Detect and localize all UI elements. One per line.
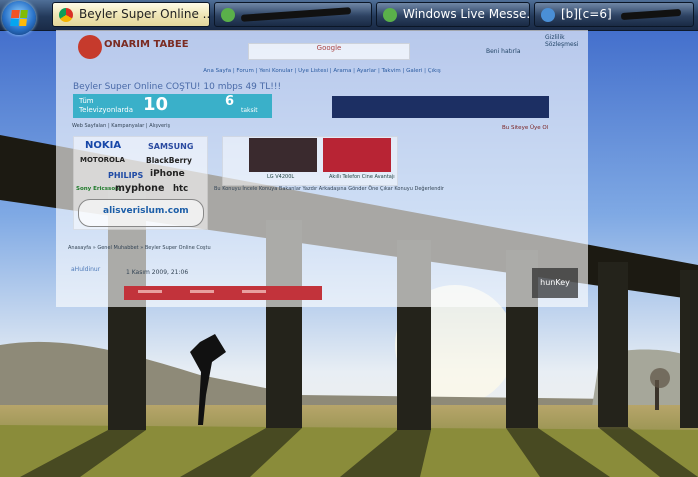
thread-tools-text: Bu Konuyu İncele Konuya Bakanlar Yazdır … <box>214 186 444 192</box>
privacy-link[interactable]: Gizlilik Sözleşmesi <box>545 34 588 48</box>
site-header: ONARIM TABEE Google Gizlilik Sözleşmesi … <box>56 30 588 64</box>
taskbar-item-chat-window[interactable]: [b][c=6] <box>534 2 694 27</box>
site-logo-text: ONARIM TABEE <box>104 39 189 50</box>
search-input[interactable]: Google <box>248 43 410 60</box>
taskbar: Beyler Super Online ... Windows Live Mes… <box>0 0 698 35</box>
taskbar-item-windows-live-messenger[interactable]: Windows Live Messe... <box>376 2 530 27</box>
site-logo-icon[interactable] <box>78 35 102 59</box>
promo-unit: taksit <box>241 107 258 114</box>
taskbar-item-messenger-chat[interactable] <box>214 2 372 27</box>
lg-product-image <box>323 138 391 172</box>
messenger-icon <box>221 8 235 22</box>
taskbar-item-label: Windows Live Messe... <box>403 7 530 21</box>
promo-small-value: 6 <box>225 94 235 109</box>
brand-htc: htc <box>173 184 189 194</box>
messenger-icon <box>383 8 397 22</box>
ad-banner[interactable] <box>332 96 549 118</box>
brand-samsung: SAMSUNG <box>148 142 194 151</box>
promo-banner[interactable]: Tüm Televizyonlarda 10 6 taksit <box>73 94 272 118</box>
windows-logo-icon <box>10 10 28 26</box>
brand-iphone: iPhone <box>150 169 185 179</box>
forum-nav-links[interactable]: Ana Sayfa | Forum | Yeni Konular | Üye L… <box>68 68 576 77</box>
chrome-icon <box>59 8 73 22</box>
messenger-icon <box>541 8 555 22</box>
phone-brands-ad[interactable]: NOKIA SAMSUNG MOTOROLA BlackBerry PHILIP… <box>73 136 208 230</box>
register-link[interactable]: Bu Siteye Üye Ol <box>502 125 548 131</box>
lg-product-image <box>249 138 317 172</box>
taskbar-item-label: [b][c=6] <box>561 7 612 21</box>
brand-motorola: MOTOROLA <box>80 156 125 164</box>
brand-sonyericsson: Sony Ericsson <box>76 186 120 192</box>
start-button[interactable] <box>2 1 36 35</box>
lg-ad[interactable]: LG V4200L Akıllı Telefon Cine Avantajı <box>222 136 398 186</box>
redaction-mark <box>240 7 352 22</box>
promo-tv-text: Tüm Televizyonlarda <box>79 97 133 114</box>
brand-myphone: myphone <box>115 183 165 194</box>
post-ad-bar[interactable] <box>124 286 322 300</box>
alisverislum-text: alisverislum.com <box>103 206 189 216</box>
breadcrumb[interactable]: Anasayfa » Genel Muhabbet » Beyler Super… <box>68 245 580 254</box>
taskbar-item-label: Beyler Super Online ... <box>79 7 210 21</box>
hunkey-ad[interactable]: hunKey <box>532 268 578 298</box>
thread-title[interactable]: Beyler Super Online COŞTU! 10 mbps 49 TL… <box>73 82 281 92</box>
post-author[interactable]: aHuldinur <box>71 266 100 273</box>
redaction-mark <box>621 8 682 21</box>
alisverislum-logo[interactable]: alisverislum.com <box>78 199 204 227</box>
sub-links[interactable]: Web Sayfaları | Kampanyalar | Alışveriş <box>72 123 272 129</box>
brand-philips: PHILIPS <box>108 171 144 180</box>
browser-window[interactable]: ONARIM TABEE Google Gizlilik Sözleşmesi … <box>56 30 588 307</box>
lg-caption: Akıllı Telefon Cine Avantajı <box>329 174 395 180</box>
brand-blackberry: BlackBerry <box>146 156 192 165</box>
lg-caption: LG V4200L <box>267 174 295 180</box>
brand-nokia: NOKIA <box>85 140 122 151</box>
post-date: 1 Kasım 2009, 21:06 <box>126 269 189 276</box>
taskbar-item-browser[interactable]: Beyler Super Online ... <box>52 2 210 27</box>
promo-big-value: 10 <box>143 94 169 115</box>
login-remember-label[interactable]: Beni hatırla <box>486 48 578 62</box>
